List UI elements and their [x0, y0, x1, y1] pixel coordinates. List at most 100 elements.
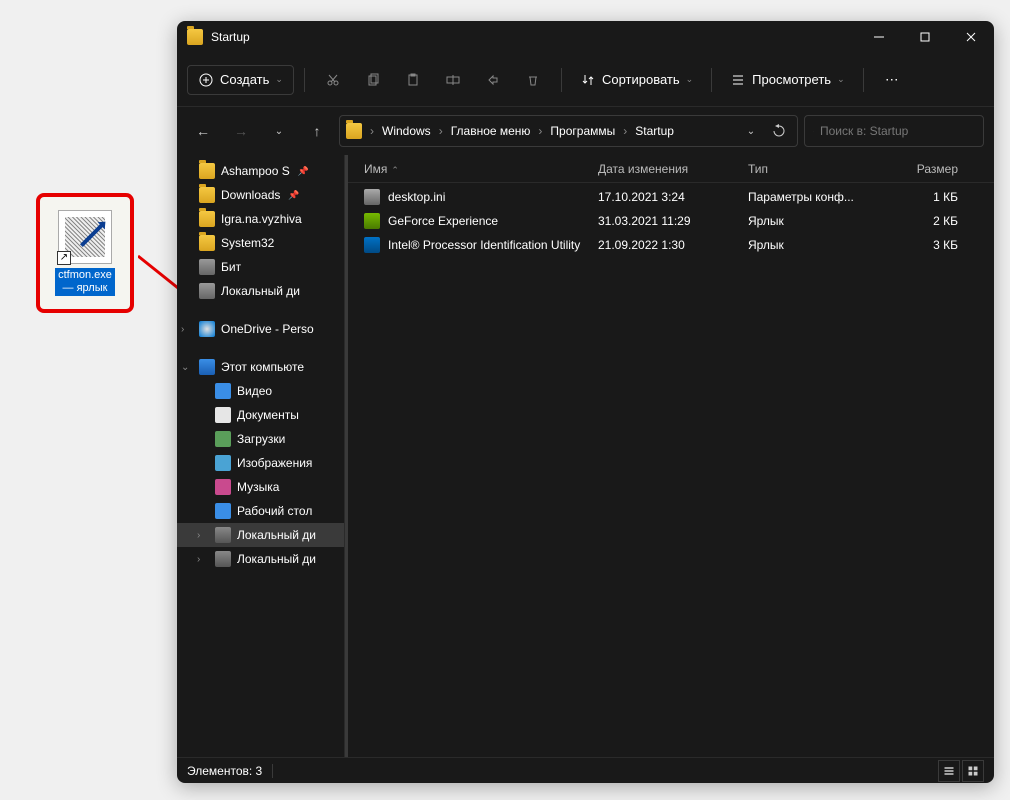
sidebar-icon [199, 259, 215, 275]
sidebar-item[interactable]: Видео [177, 379, 344, 403]
trash-icon [525, 72, 541, 88]
chevron-icon: ⌄ [181, 362, 189, 373]
sidebar-item-label: Локальный ди [237, 528, 316, 542]
file-date: 21.09.2022 1:30 [598, 238, 748, 252]
sidebar-item[interactable]: Бит [177, 255, 344, 279]
sidebar-icon [199, 163, 215, 179]
paste-button[interactable] [395, 62, 431, 98]
sidebar-item-label: Документы [237, 408, 299, 422]
file-icon [364, 237, 380, 253]
view-thumbnails-button[interactable] [962, 760, 984, 782]
minimize-button[interactable] [856, 21, 902, 53]
chevron-icon: › [181, 324, 184, 335]
breadcrumb-item[interactable]: Windows [378, 122, 435, 140]
file-row[interactable]: desktop.ini17.10.2021 3:24Параметры конф… [348, 185, 994, 209]
rename-button[interactable] [435, 62, 471, 98]
refresh-button[interactable] [767, 119, 791, 143]
sidebar-item[interactable]: Igra.na.vyzhiva [177, 207, 344, 231]
sidebar-item-label: Downloads [221, 188, 280, 202]
close-button[interactable] [948, 21, 994, 53]
column-date[interactable]: Дата изменения [598, 162, 748, 176]
recent-button[interactable]: ⌄ [263, 115, 295, 147]
file-icon [364, 189, 380, 205]
sidebar-icon [199, 283, 215, 299]
sort-button[interactable]: Сортировать ⌄ [572, 66, 701, 94]
sidebar-item[interactable]: Рабочий стол [177, 499, 344, 523]
sidebar-item[interactable]: Локальный ди [177, 279, 344, 303]
chevron-icon: › [197, 530, 200, 541]
breadcrumb-item[interactable]: Главное меню [447, 122, 535, 140]
search-box[interactable] [804, 115, 984, 147]
sidebar-item[interactable]: › OneDrive - Perso [177, 317, 344, 341]
maximize-button[interactable] [902, 21, 948, 53]
sidebar-item[interactable]: Документы [177, 403, 344, 427]
sidebar[interactable]: Ashampoo S 📌 Downloads📌 Igra.na.vyzhiva Syst… [177, 155, 345, 757]
file-explorer-window: Startup Создать ⌄ Сортировать ⌄ Просмотр… [177, 21, 994, 783]
sidebar-icon [199, 235, 215, 251]
sidebar-item-label: Igra.na.vyzhiva [221, 212, 302, 226]
desktop-shortcut-highlighted[interactable]: ↗ ctfmon.exe— ярлык [36, 193, 134, 313]
chevron-icon: › [197, 554, 200, 565]
delete-button[interactable] [515, 62, 551, 98]
sidebar-item[interactable]: Загрузки [177, 427, 344, 451]
column-size[interactable]: Размер [878, 162, 958, 176]
file-row[interactable]: GeForce Experience31.03.2021 11:29Ярлык2… [348, 209, 994, 233]
title-bar: Startup [177, 21, 994, 53]
sidebar-item-label: Видео [237, 384, 272, 398]
status-items-count: Элементов: 3 [187, 764, 262, 778]
file-icon [364, 213, 380, 229]
shortcut-label: ctfmon.exe— ярлык [55, 268, 115, 296]
scissors-icon [325, 72, 341, 88]
sidebar-icon [215, 431, 231, 447]
view-details-button[interactable] [938, 760, 960, 782]
sidebar-item-label: Изображения [237, 456, 312, 470]
file-type: Ярлык [748, 214, 878, 228]
shortcut-icon: ↗ [58, 210, 112, 264]
breadcrumb-item[interactable]: Startup [631, 122, 678, 140]
status-bar: Элементов: 3 [177, 757, 994, 783]
view-button[interactable]: Просмотреть ⌄ [722, 66, 852, 94]
sidebar-item-label: Ashampoo S [221, 164, 290, 178]
sidebar-item[interactable]: ›Локальный ди [177, 547, 344, 571]
file-name: Intel® Processor Identification Utility [388, 238, 580, 252]
breadcrumb-item[interactable]: Программы [546, 122, 619, 140]
sidebar-item[interactable]: Ashampoo S 📌 [177, 159, 344, 183]
sidebar-item[interactable]: Изображения [177, 451, 344, 475]
column-name[interactable]: Имя⌃ [358, 162, 598, 176]
search-input[interactable] [820, 124, 975, 138]
sidebar-item-label: Рабочий стол [237, 504, 312, 518]
shortcut-arrow-overlay-icon: ↗ [57, 251, 71, 265]
sidebar-item-label: OneDrive - Perso [221, 322, 314, 336]
sidebar-icon [215, 503, 231, 519]
rename-icon [445, 72, 461, 88]
sidebar-item[interactable]: › Локальный ди [177, 523, 344, 547]
cut-button[interactable] [315, 62, 351, 98]
sidebar-item[interactable]: Downloads📌 [177, 183, 344, 207]
copy-icon [365, 72, 381, 88]
file-size: 3 КБ [878, 238, 958, 252]
breadcrumb-dropdown-button[interactable]: ⌄ [739, 119, 763, 143]
sidebar-item[interactable]: Музыка [177, 475, 344, 499]
pin-icon: 📌 [298, 166, 309, 177]
forward-button[interactable]: → [225, 115, 257, 147]
file-date: 31.03.2021 11:29 [598, 214, 748, 228]
column-headers[interactable]: Имя⌃ Дата изменения Тип Размер [348, 155, 994, 183]
copy-button[interactable] [355, 62, 391, 98]
file-list[interactable]: desktop.ini17.10.2021 3:24Параметры конф… [348, 183, 994, 757]
file-date: 17.10.2021 3:24 [598, 190, 748, 204]
sidebar-icon [199, 359, 215, 375]
sidebar-icon [215, 455, 231, 471]
sidebar-item[interactable]: ⌄ Этот компьюте [177, 355, 344, 379]
breadcrumb[interactable]: › Windows › Главное меню › Программы › S… [339, 115, 798, 147]
sidebar-item-label: Музыка [237, 480, 279, 494]
share-button[interactable] [475, 62, 511, 98]
create-button[interactable]: Создать ⌄ [187, 65, 294, 95]
search-icon [813, 125, 814, 138]
up-button[interactable]: ↑ [301, 115, 333, 147]
more-button[interactable]: ⋯ [874, 62, 910, 98]
file-row[interactable]: Intel® Processor Identification Utility 2… [348, 233, 994, 257]
sidebar-item-label: Этот компьюте [221, 360, 304, 374]
column-type[interactable]: Тип [748, 162, 878, 176]
back-button[interactable]: ← [187, 115, 219, 147]
sidebar-item[interactable]: System32 [177, 231, 344, 255]
